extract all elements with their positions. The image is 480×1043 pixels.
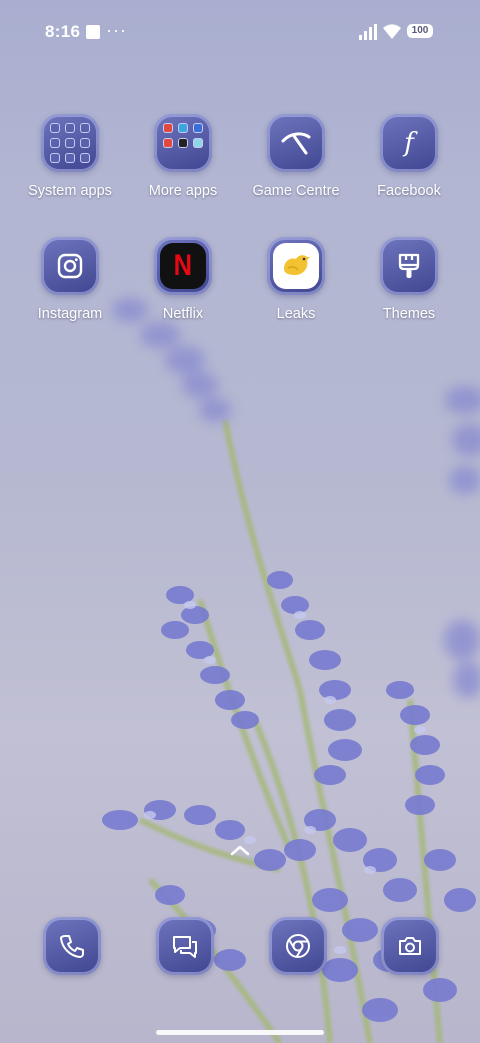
app-label: System apps [28,183,112,199]
battery-icon: 100 [407,24,433,38]
bird-icon [267,237,325,295]
app-label: Netflix [162,306,204,322]
app-game-centre[interactable]: Game Centre [240,114,352,199]
app-label: Game Centre [252,183,340,199]
facebook-icon: f [380,114,438,172]
app-drawer-arrow-icon[interactable] [229,843,251,857]
dock-camera[interactable] [381,917,439,975]
app-label: Themes [382,306,436,322]
app-label: Leaks [276,306,316,322]
chrome-icon [286,934,310,958]
game-centre-icon [267,114,325,172]
signal-icon [359,24,377,40]
status-time: 8:16 [45,22,81,41]
app-leaks[interactable]: Leaks [240,237,352,322]
camera-icon [399,937,421,955]
app-label: Facebook [377,183,441,199]
folder-icon [41,114,99,172]
more-notifications-icon: ··· [106,20,127,40]
folder-icon [154,114,212,172]
status-bar: 8:16 ··· 100 [0,0,480,64]
gesture-home-bar[interactable] [156,1030,324,1035]
dock-phone[interactable] [43,917,101,975]
paintbrush-icon [380,237,438,295]
app-system-apps[interactable]: System apps [14,114,126,199]
app-label: More apps [148,183,218,199]
app-netflix[interactable]: N Netflix [127,237,239,322]
messages-icon [173,936,197,958]
notification-icon [86,25,100,39]
phone-icon [60,935,84,958]
netflix-icon: N [154,237,212,295]
dock-browser[interactable] [269,917,327,975]
wifi-icon [383,24,401,39]
app-themes[interactable]: Themes [353,237,465,322]
app-facebook[interactable]: f Facebook [353,114,465,199]
app-instagram[interactable]: Instagram [14,237,126,322]
instagram-icon [41,237,99,295]
dock-messages[interactable] [156,917,214,975]
app-label: Instagram [37,306,103,322]
app-more-apps[interactable]: More apps [127,114,239,199]
